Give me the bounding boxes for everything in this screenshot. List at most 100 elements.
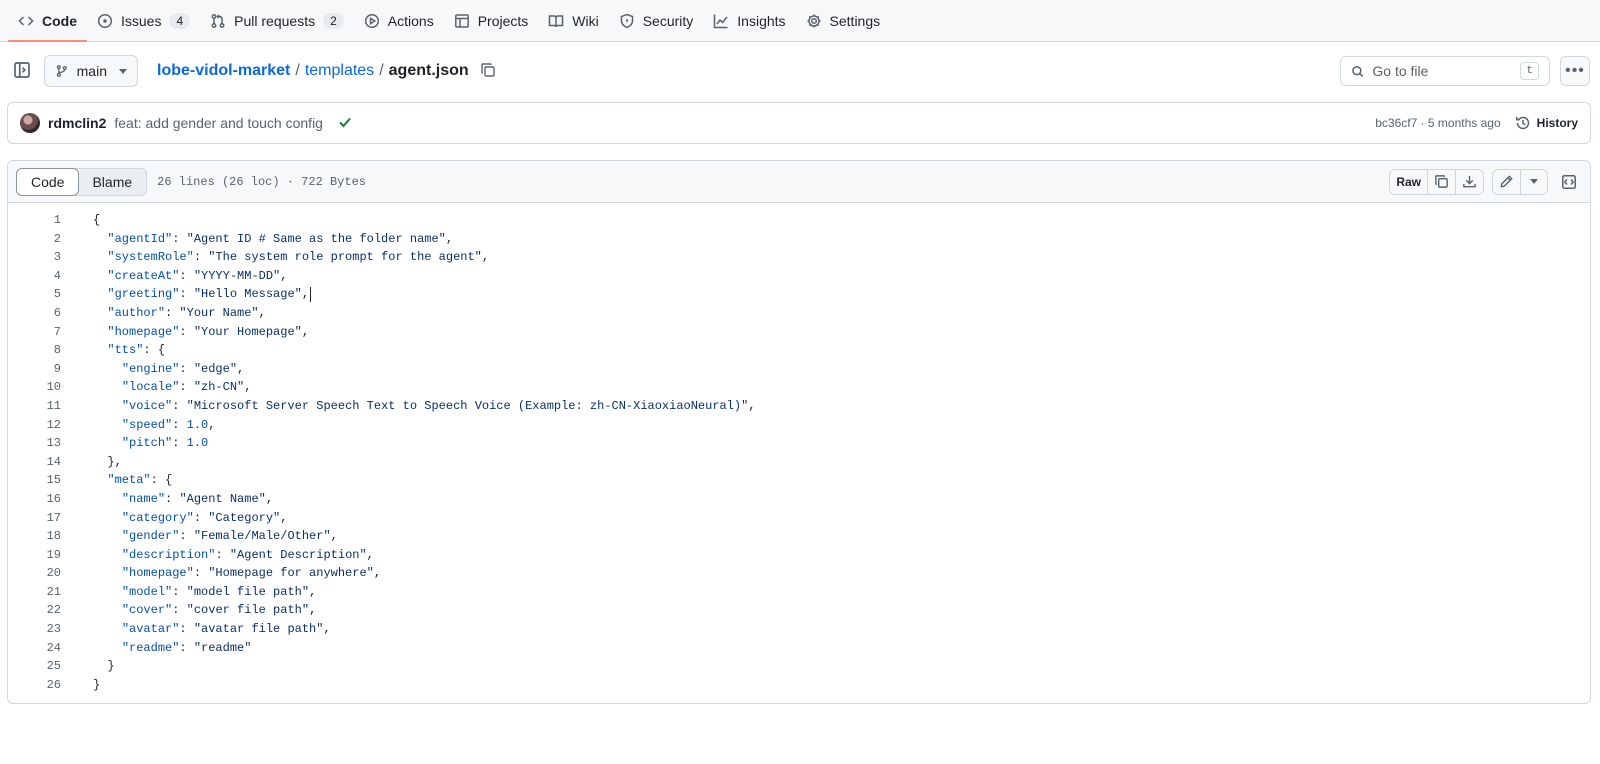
line-content: "readme": "readme"	[121, 640, 252, 655]
line-number[interactable]: 2	[8, 230, 61, 249]
tab-settings[interactable]: Settings	[796, 1, 891, 41]
search-icon	[1352, 65, 1364, 77]
tab-label: Insights	[737, 13, 786, 29]
keyboard-shortcut-hint: t	[1520, 62, 1539, 80]
line-number[interactable]: 15	[8, 471, 61, 490]
side-panel-toggle-button[interactable]	[10, 58, 34, 82]
copy-raw-button[interactable]	[1428, 169, 1456, 194]
line-number[interactable]: 4	[8, 267, 61, 286]
go-to-file-search[interactable]: t	[1340, 56, 1550, 86]
line-content: "greeting": "Hello Message",	[107, 286, 312, 302]
breadcrumb-folder-link[interactable]: templates	[305, 62, 374, 80]
line-number[interactable]: 5	[8, 285, 61, 304]
line-number[interactable]: 26	[8, 676, 61, 695]
tab-code[interactable]: Code	[8, 1, 87, 42]
latest-commit-bar: rdmclin2 feat: add gender and touch conf…	[7, 102, 1591, 144]
copy-path-button[interactable]	[480, 62, 498, 80]
code-line: 5 "greeting": "Hello Message",	[8, 285, 1590, 304]
issue-icon	[97, 13, 113, 29]
code-line: 24 "readme": "readme"	[8, 639, 1590, 658]
tab-label: Projects	[477, 13, 529, 29]
line-number[interactable]: 13	[8, 434, 61, 453]
line-content: "homepage": "Homepage for anywhere",	[121, 566, 382, 581]
edit-file-button[interactable]	[1493, 169, 1521, 194]
commit-author-link[interactable]: rdmclin2	[48, 115, 106, 131]
line-number[interactable]: 8	[8, 341, 61, 360]
go-to-file-input[interactable]	[1372, 63, 1513, 79]
line-content: "locale": "zh-CN",	[121, 380, 252, 395]
tab-wiki[interactable]: Wiki	[538, 1, 608, 41]
code-line: 25 }	[8, 657, 1590, 676]
avatar[interactable]	[20, 113, 40, 133]
line-number[interactable]: 10	[8, 378, 61, 397]
view-mode-toggle: Code Blame	[16, 167, 148, 196]
file-viewer: Code Blame 26 lines (26 loc) · 722 Bytes…	[7, 160, 1591, 704]
line-number[interactable]: 21	[8, 583, 61, 602]
commit-message-link[interactable]: feat: add gender and touch config	[114, 115, 323, 131]
code-icon	[18, 16, 34, 26]
tab-actions[interactable]: Actions	[354, 1, 444, 41]
breadcrumb-repo-link[interactable]: lobe-vidol-market	[157, 62, 290, 80]
code-line: 21 "model": "model file path",	[8, 583, 1590, 602]
line-number[interactable]: 19	[8, 546, 61, 565]
code-view-button[interactable]: Code	[16, 167, 80, 196]
file-stats: 26 lines (26 loc) · 722 Bytes	[157, 174, 366, 189]
code-line: 10 "locale": "zh-CN",	[8, 378, 1590, 397]
history-button[interactable]: History	[1515, 115, 1578, 131]
blame-view-button[interactable]: Blame	[78, 169, 146, 195]
line-number[interactable]: 6	[8, 304, 61, 323]
graph-icon	[714, 14, 728, 29]
line-number[interactable]: 24	[8, 639, 61, 658]
tab-security[interactable]: Security	[609, 1, 704, 41]
line-number[interactable]: 7	[8, 323, 61, 342]
line-number[interactable]: 22	[8, 601, 61, 620]
more-options-button[interactable]: •••	[1560, 56, 1590, 86]
tab-insights[interactable]: Insights	[703, 1, 795, 41]
line-content: "agentId": "Agent ID # Same as the folde…	[107, 231, 454, 246]
history-label: History	[1536, 116, 1578, 130]
line-number[interactable]: 11	[8, 397, 61, 416]
branch-selector-button[interactable]: main	[44, 55, 138, 87]
code-line: 15 "meta": {	[8, 471, 1590, 490]
line-number[interactable]: 9	[8, 360, 61, 379]
line-number[interactable]: 3	[8, 248, 61, 267]
line-number[interactable]: 25	[8, 657, 61, 676]
line-number[interactable]: 12	[8, 416, 61, 435]
line-content: "gender": "Female/Male/Other",	[121, 529, 338, 544]
line-content: "author": "Your Name",	[107, 305, 266, 320]
raw-copy-download-group: Raw	[1389, 168, 1484, 195]
line-number[interactable]: 14	[8, 453, 61, 472]
edit-dropdown-button[interactable]	[1521, 170, 1547, 194]
code-line: 18 "gender": "Female/Male/Other",	[8, 527, 1590, 546]
breadcrumb-file-name: agent.json	[388, 62, 469, 79]
code-line: 16 "name": "Agent Name",	[8, 490, 1590, 509]
line-content: },	[93, 454, 122, 469]
download-raw-button[interactable]	[1456, 170, 1483, 194]
line-content: "meta": {	[107, 473, 173, 488]
line-number[interactable]: 18	[8, 527, 61, 546]
code-line: 20 "homepage": "Homepage for anywhere",	[8, 564, 1590, 583]
line-number[interactable]: 1	[8, 211, 61, 230]
book-icon	[549, 15, 564, 28]
commit-sha-and-time[interactable]: bc36cf7 · 5 months ago	[1375, 116, 1500, 130]
status-check-button[interactable]	[337, 114, 353, 133]
code-line: 14 },	[8, 453, 1590, 472]
line-number[interactable]: 20	[8, 564, 61, 583]
tab-projects[interactable]: Projects	[444, 1, 539, 41]
line-content: "voice": "Microsoft Server Speech Text t…	[121, 398, 756, 413]
line-content: "homepage": "Your Homepage",	[107, 324, 310, 339]
file-actions: Raw	[1389, 168, 1582, 195]
check-icon	[339, 117, 351, 127]
tab-issues[interactable]: Issues 4	[87, 1, 200, 41]
raw-button[interactable]: Raw	[1390, 169, 1428, 194]
symbols-panel-button[interactable]	[1556, 169, 1582, 195]
copy-icon	[480, 63, 495, 77]
line-number[interactable]: 17	[8, 509, 61, 528]
tab-pull-requests[interactable]: Pull requests 2	[200, 1, 354, 41]
line-content: "speed": 1.0,	[121, 417, 216, 432]
code-view[interactable]: 1{2 "agentId": "Agent ID # Same as the f…	[8, 203, 1590, 694]
tab-label: Code	[42, 13, 77, 29]
line-number[interactable]: 23	[8, 620, 61, 639]
breadcrumb-separator: /	[379, 62, 384, 79]
line-number[interactable]: 16	[8, 490, 61, 509]
